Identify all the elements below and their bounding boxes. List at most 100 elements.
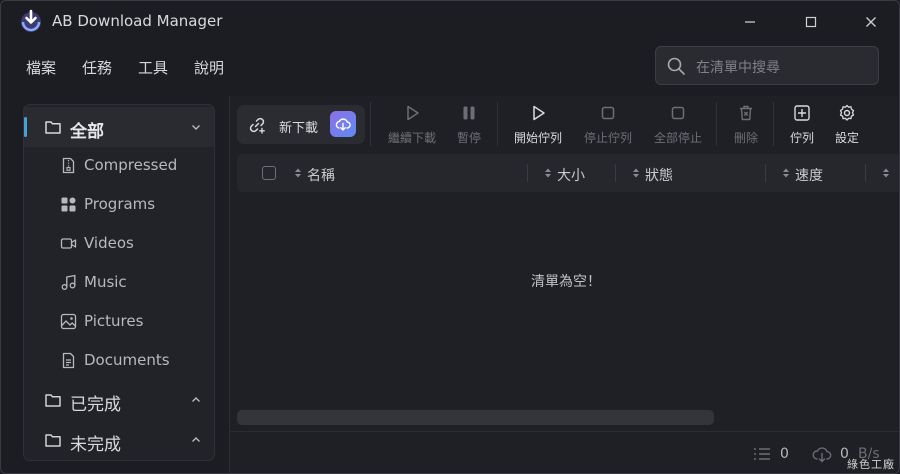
toolbar-separator [716,102,717,146]
table-header: 名稱 大小 狀態 速度 [237,154,899,192]
pause-button[interactable]: 暫停 [454,104,484,148]
settings-label: 設定 [834,131,859,145]
column-status[interactable]: 狀態 [645,165,673,185]
category-music-label: Music [84,273,127,291]
resume-button[interactable]: 繼續下載 [386,104,438,148]
folder-icon [45,121,61,134]
empty-list-message: 清單為空！ [531,274,601,290]
category-unfinished[interactable]: 未完成 [24,420,214,460]
music-note-icon [61,274,76,290]
sort-icon[interactable] [632,167,640,179]
menu-bar: 檔案 任務 工具 說明 [23,55,247,79]
category-pictures-label: Pictures [84,312,144,330]
category-documents[interactable]: Documents [24,341,214,380]
stop-icon [601,106,615,120]
category-unfinished-label: 未完成 [70,435,121,455]
start-queue-button[interactable]: 開始佇列 [512,104,564,148]
sort-icon[interactable] [882,167,890,179]
start-queue-label: 開始佇列 [513,131,562,145]
category-programs[interactable]: Programs [24,185,214,224]
chevron-up-icon[interactable] [190,394,202,406]
stop-icon [671,106,685,120]
category-completed[interactable]: 已完成 [24,380,214,420]
menu-tasks[interactable]: 任務 [79,55,115,79]
sort-icon[interactable] [544,167,552,179]
stop-queue-button[interactable]: 停止佇列 [582,104,634,148]
toolbar: 新下載 繼續下載 暫停 開始佇列 停止佇列 全部停止 刪除 佇列 設定 [230,96,899,152]
active-indicator [24,117,27,137]
watermark-text: 綠色工廠 [847,458,895,471]
column-divider[interactable] [615,164,616,182]
folder-icon [45,434,61,447]
image-icon [60,313,77,330]
menu-help[interactable]: 說明 [191,55,227,79]
category-programs-label: Programs [84,195,156,213]
select-all-checkbox[interactable] [262,166,276,180]
settings-button[interactable]: 設定 [833,104,861,148]
category-sidebar: 全部 Compressed Programs Videos Music Pict… [23,104,215,461]
category-videos[interactable]: Videos [24,224,214,263]
column-divider[interactable] [865,164,866,182]
pause-label: 暫停 [456,131,481,145]
stop-all-button[interactable]: 全部停止 [652,104,704,148]
new-download-button[interactable]: 新下載 [237,105,365,144]
resume-label: 繼續下載 [387,131,436,145]
stop-queue-label: 停止佇列 [583,131,632,145]
main-panel: 新下載 繼續下載 暫停 開始佇列 停止佇列 全部停止 刪除 佇列 設定 名稱 大… [229,96,899,473]
menu-file[interactable]: 檔案 [23,55,59,79]
add-link-icon [249,117,265,134]
close-button[interactable] [856,9,886,35]
sort-icon[interactable] [294,167,302,179]
category-completed-label: 已完成 [70,395,121,415]
folder-icon [45,394,61,407]
column-speed[interactable]: 速度 [795,165,823,185]
category-documents-label: Documents [84,351,170,369]
category-music[interactable]: Music [24,263,214,302]
active-count: 0 [780,446,789,462]
maximize-button[interactable] [796,9,826,35]
pause-icon [463,106,475,120]
search-icon [667,57,685,75]
gear-icon [839,104,855,121]
chevron-up-icon[interactable] [190,434,202,446]
maximize-icon [805,16,817,28]
list-icon [754,448,770,460]
category-videos-label: Videos [84,234,134,252]
horizontal-scrollbar[interactable] [237,410,714,425]
play-icon [533,105,545,121]
title-bar: AB Download Manager [1,1,899,43]
search-box[interactable]: 在清單中搜尋 [655,46,879,85]
column-divider[interactable] [765,164,766,182]
delete-label: 刪除 [733,131,758,145]
close-icon [866,17,876,27]
archive-file-icon [62,157,75,174]
category-compressed[interactable]: Compressed [24,146,214,185]
sort-icon[interactable] [782,167,790,179]
status-bar: 0 0 B/s [230,431,899,473]
column-size[interactable]: 大小 [557,165,585,185]
queues-label: 佇列 [789,131,814,145]
toolbar-separator [370,102,371,146]
trash-icon [740,105,752,121]
cloud-download-icon [812,447,832,463]
category-compressed-label: Compressed [84,156,178,174]
queues-button[interactable]: 佇列 [788,104,816,148]
app-window: AB Download Manager 檔案 任務 工具 說明 在清單中搜尋 全… [0,0,900,474]
search-input[interactable]: 在清單中搜尋 [696,57,780,77]
menu-tools[interactable]: 工具 [135,55,171,79]
minimize-icon [745,21,755,23]
category-pictures[interactable]: Pictures [24,302,214,341]
cloud-download-icon [335,118,351,131]
delete-button[interactable]: 刪除 [732,104,760,148]
window-title: AB Download Manager [52,12,223,30]
video-camera-icon [60,238,77,249]
category-all[interactable]: 全部 [24,107,214,147]
column-divider[interactable] [527,164,528,182]
cloud-download-button[interactable] [330,111,356,137]
toolbar-separator [497,102,498,146]
minimize-button[interactable] [735,9,765,35]
queue-add-icon [794,105,810,121]
column-name[interactable]: 名稱 [307,165,335,185]
chevron-down-icon[interactable] [190,121,202,133]
app-logo-icon [21,9,41,32]
